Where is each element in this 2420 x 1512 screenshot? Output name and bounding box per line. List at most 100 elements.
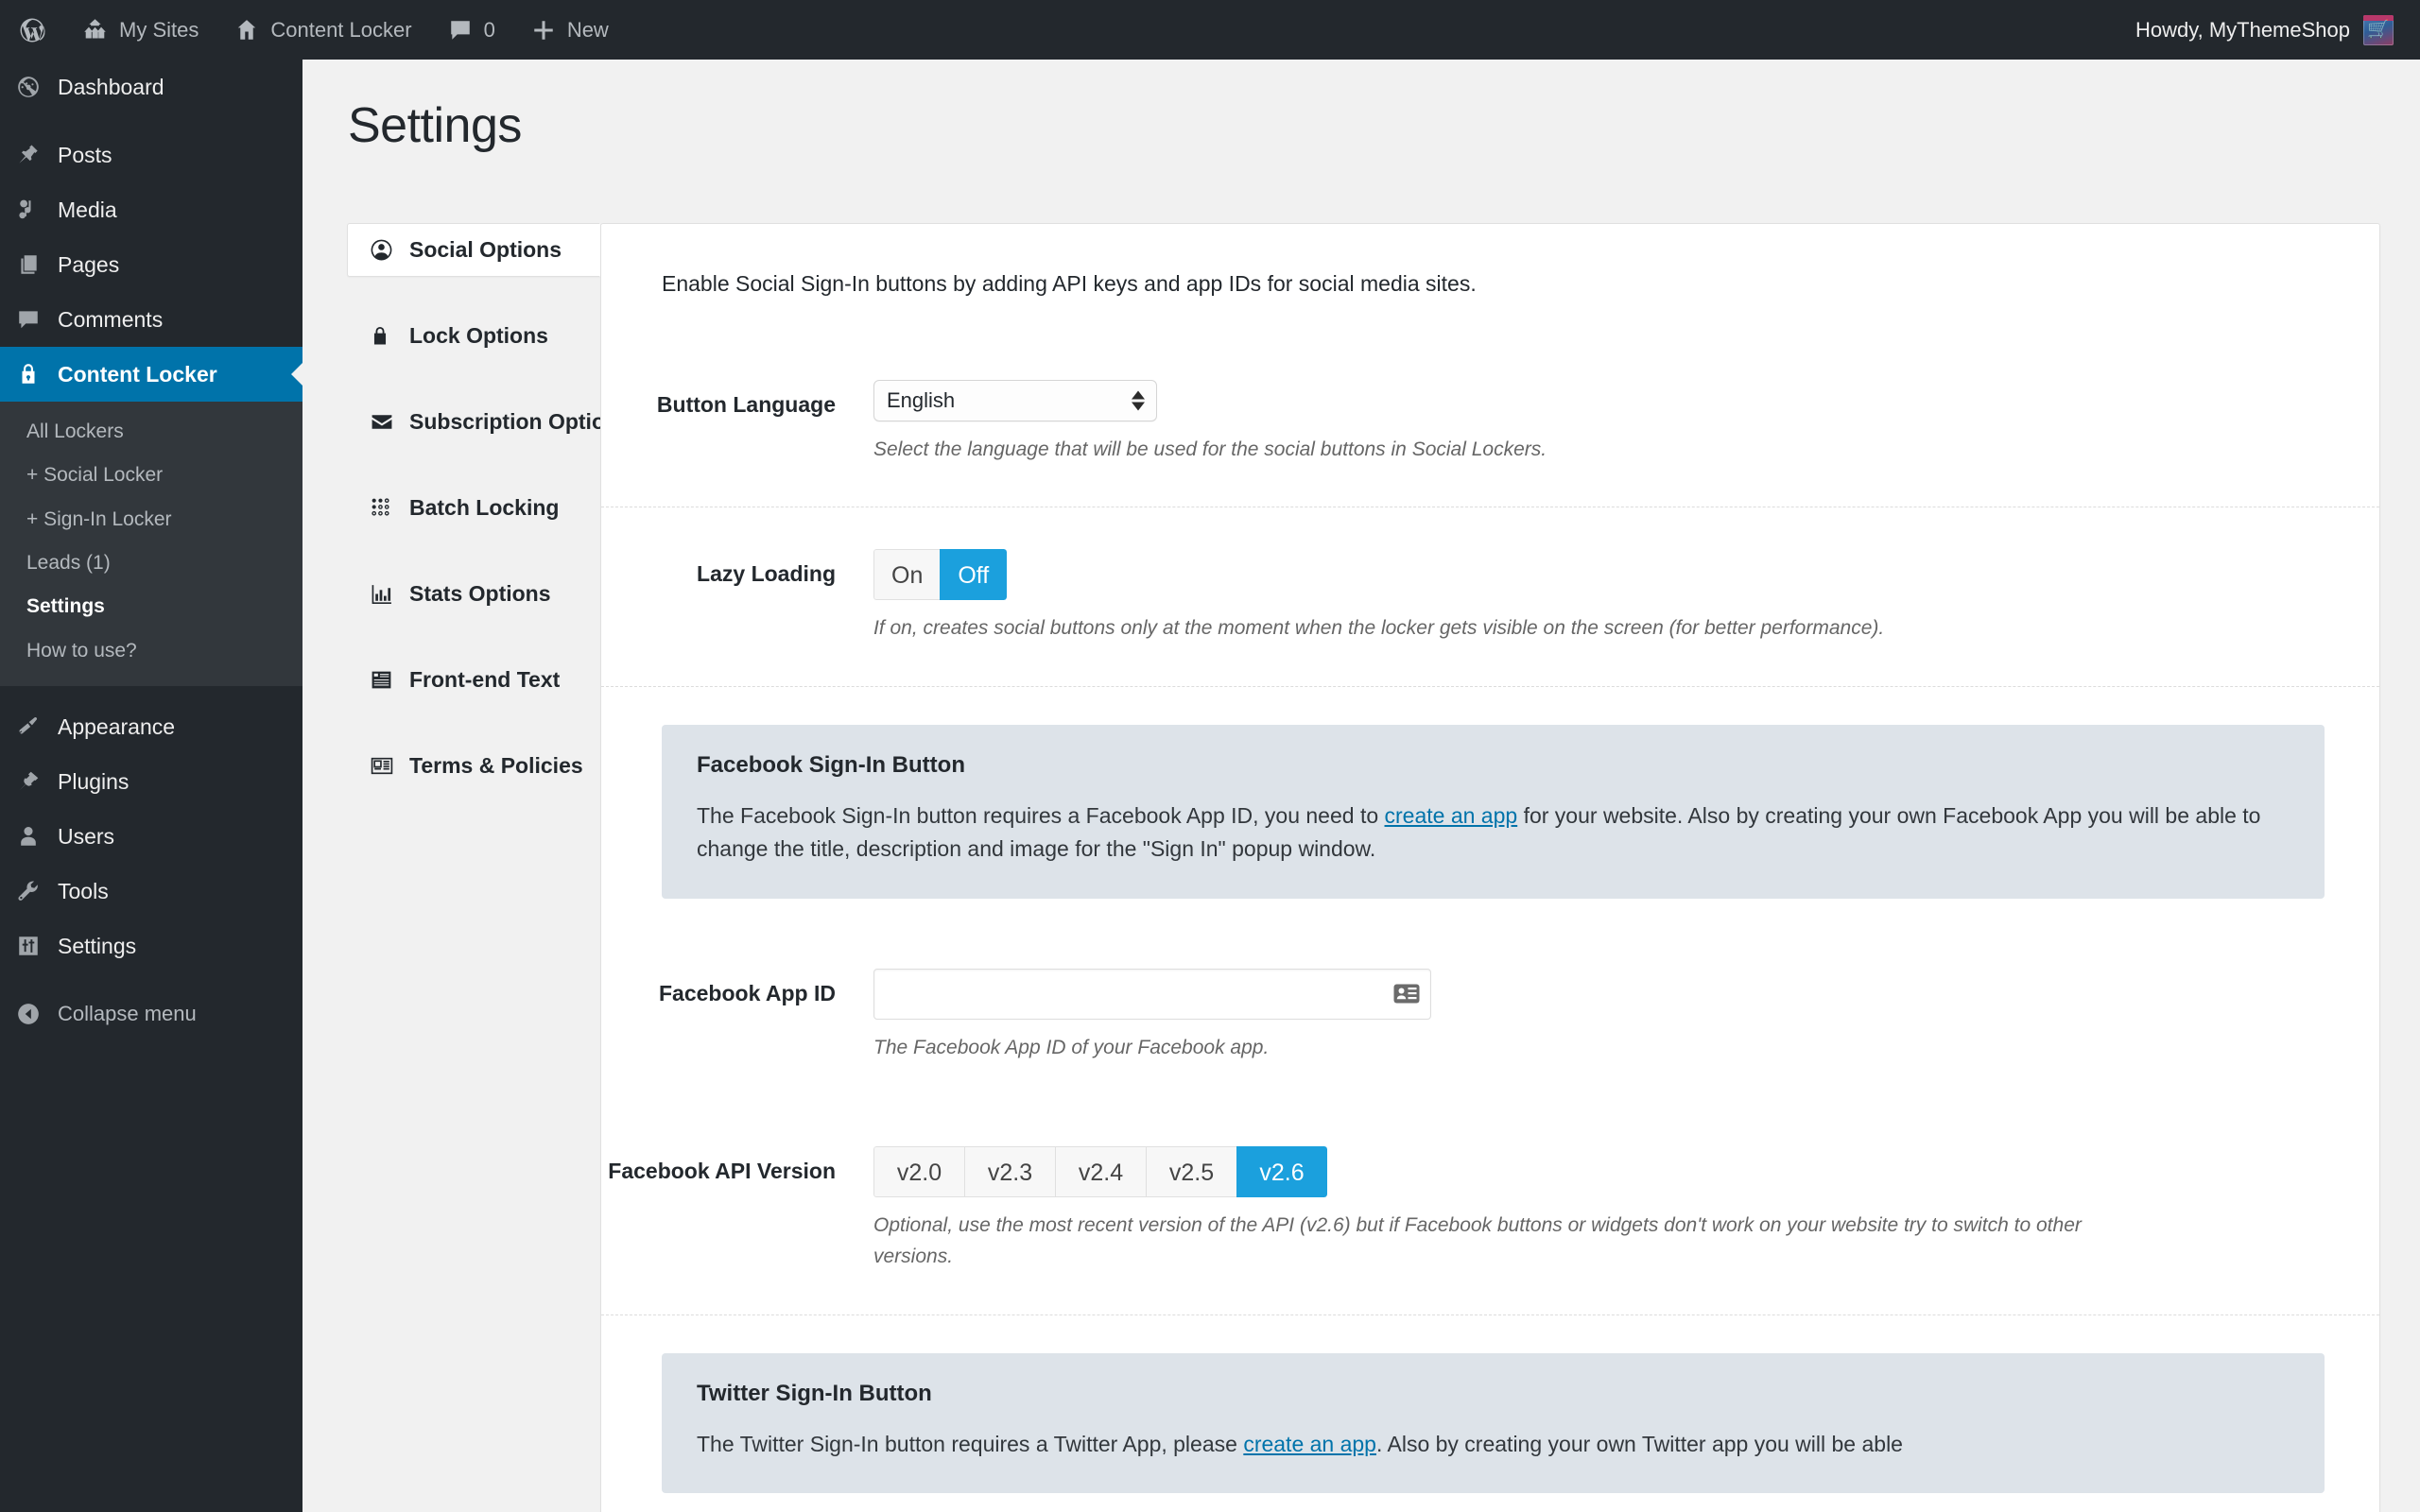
sidebar-item-label: Comments — [58, 306, 164, 332]
sidebar-item-users[interactable]: Users — [0, 809, 302, 864]
collapse-icon — [16, 1002, 58, 1026]
button-language-description: Select the language that will be used fo… — [873, 438, 1547, 460]
twitter-info-box: Twitter Sign-In Button The Twitter Sign-… — [662, 1352, 2325, 1494]
sidebar-item-media[interactable]: Media — [0, 182, 302, 237]
tab-social-options[interactable]: Social Options — [347, 223, 600, 277]
submenu-item-how-to-use[interactable]: How to use? — [0, 629, 302, 673]
tools-icon — [16, 879, 58, 903]
home-icon — [234, 18, 259, 43]
submenu-item-leads[interactable]: Leads (1) — [0, 541, 302, 585]
new-label: New — [566, 17, 609, 42]
howdy-label: Howdy, MyThemeShop — [2135, 17, 2350, 42]
my-account-menu[interactable]: Howdy, MyThemeShop 🛒 — [2118, 0, 2420, 60]
api-version-v2-6-button[interactable]: v2.6 — [1236, 1146, 1327, 1198]
sidebar-item-comments[interactable]: Comments — [0, 292, 302, 347]
avatar: 🛒 — [2363, 14, 2394, 45]
wordpress-logo-menu[interactable] — [0, 0, 64, 60]
facebook-create-an-app-link[interactable]: create an app — [1385, 803, 1518, 828]
twitter-info-text-before: The Twitter Sign-In button requires a Tw… — [697, 1431, 1244, 1456]
lazy-loading-off-button[interactable]: Off — [940, 549, 1008, 601]
api-version-v2-4-button[interactable]: v2.4 — [1055, 1146, 1146, 1198]
tab-subscription-options[interactable]: Subscription Options — [348, 395, 631, 449]
sidebar-item-dashboard[interactable]: Dashboard — [0, 60, 302, 114]
comment-count: 0 — [483, 17, 495, 42]
panel-intro-text: Enable Social Sign-In buttons by adding … — [662, 271, 1477, 296]
field-row-facebook-api-version: Facebook API Version v2.0 v2.3 v2.4 v2.5… — [601, 1105, 2379, 1315]
sidebar-item-content-locker[interactable]: Content Locker — [0, 347, 303, 402]
tab-label: Batch Locking — [409, 495, 560, 520]
facebook-app-id-control: The Facebook App ID of your Facebook app… — [873, 968, 2325, 1064]
tab-stats-options[interactable]: Stats Options — [348, 567, 600, 621]
facebook-app-id-label: Facebook App ID — [659, 980, 836, 1005]
tab-lock-options[interactable]: Lock Options — [348, 309, 600, 363]
list-block-icon — [370, 668, 394, 692]
facebook-info-box: Facebook Sign-In Button The Facebook Sig… — [662, 724, 2325, 899]
admin-bar: My Sites Content Locker 0 New Howdy, MyT… — [0, 0, 2420, 60]
wordpress-icon — [18, 16, 46, 44]
facebook-api-version-control: v2.0 v2.3 v2.4 v2.5 v2.6 Optional, use t… — [873, 1146, 2325, 1272]
tab-front-end-text[interactable]: Front-end Text — [348, 653, 600, 707]
cart-avatar-icon: 🛒 — [2367, 20, 2390, 40]
settings-tabs: Social Options Lock Options Subscription… — [347, 223, 631, 825]
sidebar-item-plugins[interactable]: Plugins — [0, 754, 302, 809]
tab-label: Lock Options — [409, 323, 548, 348]
person-circle-icon — [370, 238, 394, 262]
comments-bubble-menu[interactable]: 0 — [430, 0, 513, 60]
submenu-item-all-lockers[interactable]: All Lockers — [0, 410, 302, 454]
sidebar-item-tools[interactable]: Tools — [0, 864, 302, 919]
pin-icon — [16, 143, 58, 167]
sidebar-item-posts[interactable]: Posts — [0, 128, 302, 182]
facebook-api-version-group: v2.0 v2.3 v2.4 v2.5 v2.6 — [873, 1146, 1327, 1198]
facebook-api-version-label: Facebook API Version — [608, 1159, 836, 1184]
facebook-info-text-before: The Facebook Sign-In button requires a F… — [697, 802, 1385, 828]
sites-icon — [82, 17, 108, 43]
sidebar-item-appearance[interactable]: Appearance — [0, 699, 302, 754]
contact-card-icon[interactable] — [1393, 984, 1420, 1005]
new-content-menu[interactable]: New — [513, 0, 627, 60]
tab-terms-policies[interactable]: Terms & Policies — [348, 739, 600, 793]
submenu-item-social-locker[interactable]: + Social Locker — [0, 454, 302, 497]
admin-bar-right: Howdy, MyThemeShop 🛒 — [2118, 0, 2420, 60]
submenu-item-settings[interactable]: Settings — [0, 585, 302, 628]
main-content: Settings Social Options Lock Options Sub… — [302, 60, 2420, 1512]
sidebar-item-settings[interactable]: Settings — [0, 919, 302, 973]
sidebar-item-pages[interactable]: Pages — [0, 237, 302, 292]
plus-icon — [531, 18, 556, 43]
lazy-loading-on-button[interactable]: On — [873, 549, 941, 601]
twitter-info-text: The Twitter Sign-In button requires a Tw… — [697, 1428, 2290, 1462]
admin-bar-left: My Sites Content Locker 0 New — [0, 0, 627, 60]
plugins-icon — [16, 769, 58, 794]
api-version-v2-3-button[interactable]: v2.3 — [964, 1146, 1055, 1198]
field-row-facebook-app-id: Facebook App ID The Facebook App ID of y… — [601, 927, 2379, 1106]
tab-batch-locking[interactable]: Batch Locking — [348, 481, 600, 535]
my-sites-label: My Sites — [119, 17, 199, 42]
collapse-menu-button[interactable]: Collapse menu — [0, 987, 302, 1041]
twitter-create-an-app-link[interactable]: create an app — [1243, 1432, 1376, 1456]
dashboard-icon — [16, 75, 58, 99]
facebook-info-text: The Facebook Sign-In button requires a F… — [697, 799, 2290, 867]
lazy-loading-toggle: On Off — [873, 549, 1008, 601]
facebook-app-id-input[interactable] — [873, 968, 1431, 1020]
grid-dots-icon — [370, 496, 394, 520]
button-language-select[interactable]: English — [873, 379, 1157, 421]
collapse-menu-label: Collapse menu — [58, 1002, 197, 1026]
my-sites-menu[interactable]: My Sites — [64, 0, 216, 60]
sidebar-item-label: Pages — [58, 251, 120, 277]
envelope-icon — [370, 410, 394, 434]
field-row-button-language: Button Language English Select the langu… — [601, 338, 2379, 508]
field-row-lazy-loading: Lazy Loading On Off If on, creates socia… — [601, 507, 2379, 687]
settings-panel: Enable Social Sign-In buttons by adding … — [600, 223, 2380, 1512]
sidebar-item-label: Plugins — [58, 768, 130, 794]
site-name-menu[interactable]: Content Locker — [216, 0, 429, 60]
button-language-label: Button Language — [656, 391, 836, 417]
facebook-api-version-description: Optional, use the most recent version of… — [873, 1214, 2082, 1267]
padlock-icon — [370, 324, 394, 348]
button-language-control: English Select the language that will be… — [873, 379, 2325, 466]
newspaper-icon — [370, 754, 394, 778]
api-version-v2-5-button[interactable]: v2.5 — [1146, 1146, 1236, 1198]
submenu-item-signin-locker[interactable]: + Sign-In Locker — [0, 498, 302, 541]
content-locker-submenu: All Lockers + Social Locker + Sign-In Lo… — [0, 402, 302, 687]
media-icon — [16, 198, 58, 222]
api-version-v2-0-button[interactable]: v2.0 — [873, 1146, 964, 1198]
sidebar-item-label: Dashboard — [58, 74, 164, 99]
